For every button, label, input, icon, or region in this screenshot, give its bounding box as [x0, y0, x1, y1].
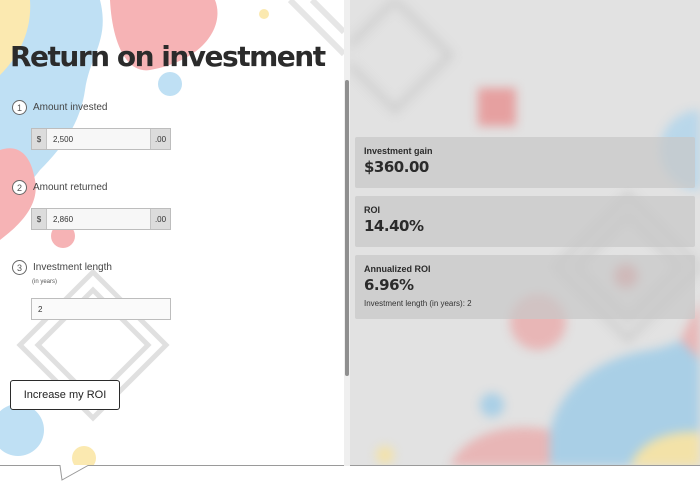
- investment-length-input[interactable]: 2: [31, 298, 171, 320]
- bg-yellow-dot-shape: [376, 446, 394, 464]
- step-number-3: 3: [12, 260, 27, 275]
- investment-length-label: Investment length: [33, 262, 112, 273]
- yellow-dot-shape: [259, 9, 269, 19]
- bg-pink-blob-shape: [450, 427, 550, 466]
- investment-gain-label: Investment gain: [364, 146, 433, 156]
- results-panel: Investment gain $360.00 ROI 14.40% Annua…: [350, 0, 700, 466]
- calculator-panel: Return on investment 1 Amount invested $…: [0, 0, 344, 466]
- amount-returned-label: Amount returned: [33, 182, 108, 193]
- bg-red-square-shape: [478, 88, 516, 126]
- currency-prefix: $: [32, 209, 47, 229]
- amount-invested-label: Amount invested: [33, 102, 108, 113]
- amount-returned-field[interactable]: $ 2,860 .00: [31, 208, 171, 230]
- investment-gain-card: Investment gain $360.00: [355, 137, 695, 188]
- roi-value: 14.40%: [364, 217, 424, 235]
- roi-card: ROI 14.40%: [355, 196, 695, 247]
- page-title: Return on investment: [10, 40, 326, 73]
- annualized-roi-card: Annualized ROI 6.96% Investment length (…: [355, 255, 695, 319]
- step-number-1: 1: [12, 100, 27, 115]
- bottom-bar: [0, 465, 700, 500]
- speech-notch-icon: [0, 465, 700, 481]
- annualized-roi-value: 6.96%: [364, 276, 414, 294]
- amount-invested-input[interactable]: 2,500: [47, 129, 150, 149]
- blue-dot-shape: [158, 72, 182, 96]
- amount-returned-input[interactable]: 2,860: [47, 209, 150, 229]
- step-investment-length: 3 Investment length: [12, 260, 112, 275]
- bg-blue-dot-shape: [480, 393, 504, 417]
- step-number-2: 2: [12, 180, 27, 195]
- investment-length-note: Investment length (in years): 2: [364, 299, 472, 308]
- currency-prefix: $: [32, 129, 47, 149]
- step-amount-invested: 1 Amount invested: [12, 100, 108, 115]
- yellow-bottom-dot-shape: [72, 446, 96, 466]
- scrollbar-thumb[interactable]: [345, 80, 349, 376]
- roi-label: ROI: [364, 205, 381, 215]
- cents-suffix: .00: [150, 129, 170, 149]
- investment-gain-value: $360.00: [364, 158, 429, 176]
- cents-suffix: .00: [150, 209, 170, 229]
- blue-bottom-blob-shape: [0, 404, 44, 456]
- annualized-roi-label: Annualized ROI: [364, 264, 431, 274]
- amount-invested-field[interactable]: $ 2,500 .00: [31, 128, 171, 150]
- bg-diamond-shape: [350, 0, 455, 115]
- investment-length-sublabel: (in years): [32, 279, 58, 285]
- increase-roi-button[interactable]: Increase my ROI: [10, 380, 120, 410]
- app-frame: Return on investment 1 Amount invested $…: [0, 0, 700, 466]
- step-amount-returned: 2 Amount returned: [12, 180, 108, 195]
- scrollbar[interactable]: [344, 0, 350, 466]
- bottom-border-line: [0, 465, 700, 481]
